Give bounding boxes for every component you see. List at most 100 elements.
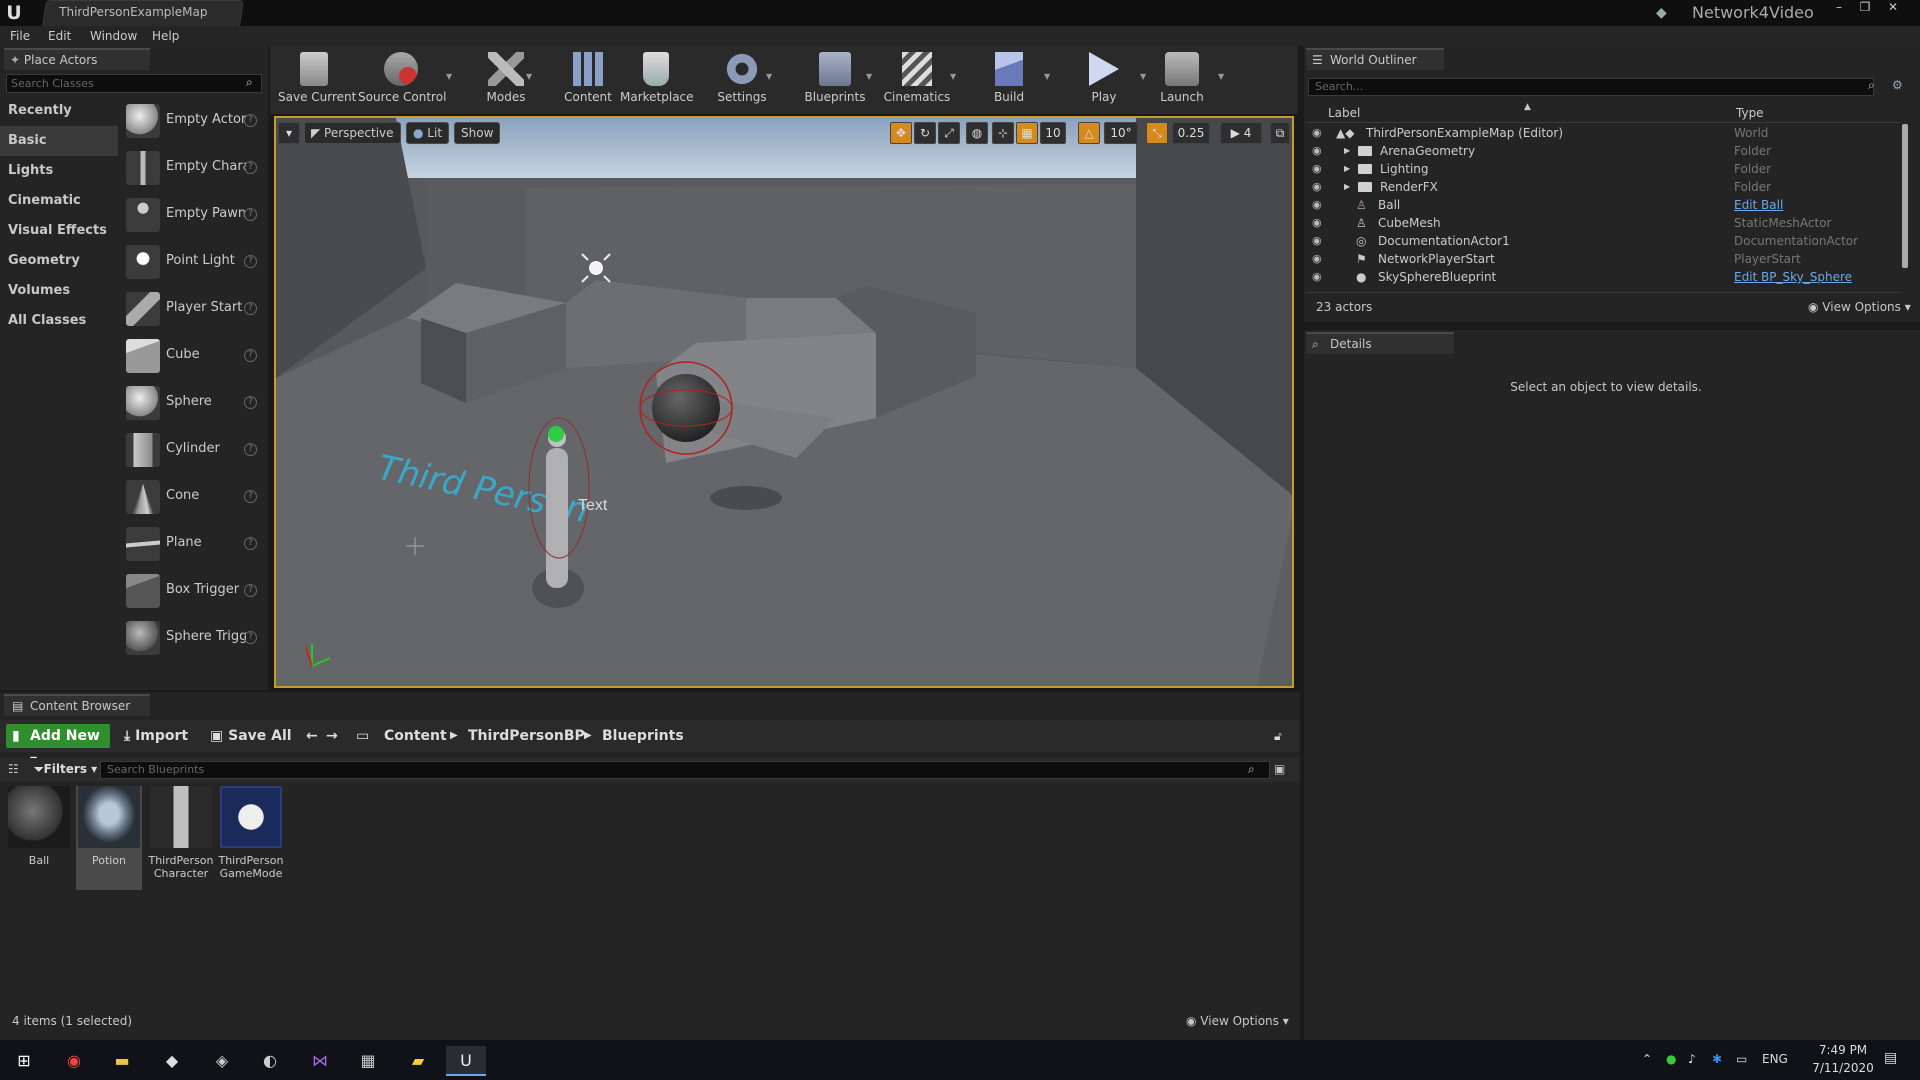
category-visual-effects[interactable]: Visual Effects	[0, 216, 118, 246]
breadcrumb-thirdpersonbp[interactable]: ThirdPersonBP	[468, 724, 585, 748]
folder-icon[interactable]: ▭	[356, 724, 369, 748]
visibility-eye-icon[interactable]: ◉	[1312, 178, 1322, 196]
outliner-row[interactable]: ◉ ▶ Lighting Folder	[1306, 160, 1900, 178]
content-browser-tab[interactable]: ▤ Content Browser	[4, 694, 150, 716]
visibility-eye-icon[interactable]: ◉	[1312, 196, 1322, 214]
asset-potion[interactable]: Potion	[76, 786, 142, 890]
outliner-row[interactable]: ◉ ● SkySphereBlueprint Edit BP_Sky_Sphere	[1306, 268, 1900, 286]
rotate-icon[interactable]: ↻	[914, 122, 936, 144]
network-icon[interactable]: ▭	[1736, 1052, 1747, 1066]
modes-dropdown-icon[interactable]: ▼	[526, 72, 532, 81]
outliner-row[interactable]: ◉ ♙ Ball Edit Ball	[1306, 196, 1900, 214]
rotation-snap-icon[interactable]: △	[1078, 122, 1100, 144]
unreal-engine-taskbar-icon[interactable]: U	[446, 1046, 486, 1076]
outliner-col-type[interactable]: Type	[1736, 104, 1764, 122]
menu-file[interactable]: File	[2, 26, 38, 46]
import-button[interactable]: ⤓ Import	[124, 724, 188, 748]
category-all-classes[interactable]: All Classes	[0, 306, 118, 336]
outliner-scrollbar[interactable]	[1902, 124, 1908, 268]
actor-sphere-trigger[interactable]: Sphere Trigg?	[124, 617, 266, 664]
visual-studio-icon[interactable]: ⋈	[300, 1046, 340, 1076]
tray-chevron-icon[interactable]: ⌃	[1642, 1052, 1652, 1066]
actor-empty-character[interactable]: Empty Chara?	[124, 147, 266, 194]
help-icon[interactable]: ?	[244, 302, 257, 315]
asset-ball[interactable]: Ball	[6, 786, 72, 890]
help-icon[interactable]: ?	[244, 537, 257, 550]
unreal-logo-icon[interactable]: U	[2, 1, 26, 25]
world-outliner-tab[interactable]: ☰ World Outliner	[1306, 48, 1444, 70]
show-button[interactable]: Show	[454, 122, 501, 144]
language-indicator[interactable]: ENG	[1762, 1052, 1788, 1066]
category-geometry[interactable]: Geometry	[0, 246, 118, 276]
outliner-col-label[interactable]: Label	[1328, 104, 1360, 122]
visibility-eye-icon[interactable]: ◉	[1312, 124, 1322, 142]
maximize-viewport-icon[interactable]: ⧉	[1270, 122, 1290, 144]
app-icon[interactable]: ◈	[202, 1046, 242, 1076]
build-button[interactable]: Build	[980, 50, 1038, 110]
save-search-icon[interactable]: ▣	[1274, 762, 1285, 776]
close-icon[interactable]: ✕	[1882, 0, 1904, 16]
map-document-tab[interactable]: ThirdPersonExampleMap	[42, 0, 244, 26]
help-icon[interactable]: ?	[244, 396, 257, 409]
actor-empty-actor[interactable]: Empty Actor?	[124, 100, 266, 147]
help-icon[interactable]: ?	[244, 584, 257, 597]
grid-snap-icon[interactable]: ▦	[1016, 122, 1038, 144]
visibility-eye-icon[interactable]: ◉	[1312, 214, 1322, 232]
play-button[interactable]: Play	[1078, 50, 1130, 110]
back-arrow-icon[interactable]: ←	[306, 724, 318, 748]
settings-dropdown-icon[interactable]: ▼	[766, 72, 772, 81]
file-explorer-icon[interactable]: ▬	[102, 1046, 142, 1076]
category-recently-placed[interactable]: Recently Placed	[0, 96, 118, 148]
asset-thirdperson-gamemode[interactable]: ThirdPerson GameMode	[218, 786, 284, 890]
help-icon[interactable]: ?	[244, 114, 257, 127]
category-cinematic[interactable]: Cinematic	[0, 186, 118, 216]
blueprints-dropdown-icon[interactable]: ▼	[866, 72, 872, 81]
app-icon[interactable]: ▦	[348, 1046, 388, 1076]
level-viewport[interactable]: Third Person Text	[274, 116, 1294, 688]
edit-sky-sphere-link[interactable]: Edit BP_Sky_Sphere	[1734, 268, 1852, 286]
perspective-button[interactable]: ◤ Perspective	[304, 122, 401, 144]
scale-snap-value[interactable]: 0.25	[1172, 122, 1210, 144]
content-view-options[interactable]: ◉ View Options ▾	[1186, 1014, 1289, 1028]
actor-plane[interactable]: Plane?	[124, 523, 266, 570]
cinematics-dropdown-icon[interactable]: ▼	[950, 72, 956, 81]
search-classes-input[interactable]: Search Classes	[6, 74, 262, 93]
source-control-dropdown-icon[interactable]: ▼	[446, 72, 452, 81]
breadcrumb-content[interactable]: Content	[384, 724, 447, 748]
tray-app-icon[interactable]: ●	[1666, 1052, 1676, 1066]
edit-ball-link[interactable]: Edit Ball	[1734, 196, 1783, 214]
chrome-icon[interactable]: ◉	[54, 1046, 94, 1076]
viewport-options-dropdown[interactable]: ▾	[278, 122, 300, 144]
category-lights[interactable]: Lights	[0, 156, 118, 186]
outliner-row[interactable]: ◉ ▲◆ ThirdPersonExampleMap (Editor) World	[1306, 124, 1900, 142]
place-actors-tab[interactable]: ✦ Place Actors	[4, 48, 150, 70]
actor-point-light[interactable]: Point Light?	[124, 241, 266, 288]
outliner-row[interactable]: ◉ ♙ CubeMesh StaticMeshActor	[1306, 214, 1900, 232]
visibility-eye-icon[interactable]: ◉	[1312, 160, 1322, 178]
app-icon[interactable]: ◆	[152, 1046, 192, 1076]
actor-player-start[interactable]: Player Start?	[124, 288, 266, 335]
asset-thirdperson-character[interactable]: ThirdPerson Character	[148, 786, 214, 890]
help-icon[interactable]: ?	[244, 208, 257, 221]
actor-cylinder[interactable]: Cylinder?	[124, 429, 266, 476]
details-tab[interactable]: ⌕ Details	[1306, 332, 1454, 354]
settings-button[interactable]: Settings	[710, 50, 774, 110]
build-dropdown-icon[interactable]: ▼	[1044, 72, 1050, 81]
launch-dropdown-icon[interactable]: ▼	[1218, 72, 1224, 81]
forward-arrow-icon[interactable]: →	[326, 724, 338, 748]
scale-icon[interactable]: ⤢	[938, 122, 960, 144]
maximize-icon[interactable]: ❐	[1854, 0, 1876, 16]
visibility-eye-icon[interactable]: ◉	[1312, 268, 1322, 286]
sticky-notes-icon[interactable]: ▰	[398, 1046, 438, 1076]
visibility-eye-icon[interactable]: ◉	[1312, 232, 1322, 250]
actor-cone[interactable]: Cone?	[124, 476, 266, 523]
volume-icon[interactable]: ♪	[1688, 1052, 1696, 1066]
sources-toggle-icon[interactable]: ☷	[8, 762, 19, 776]
outliner-row[interactable]: ◉ ◎ DocumentationActor1 DocumentationActor	[1306, 232, 1900, 250]
blueprints-button[interactable]: Blueprints	[800, 50, 870, 110]
clock-date[interactable]: 7/11/2020	[1800, 1061, 1886, 1075]
outliner-row[interactable]: ◉ ▶ ArenaGeometry Folder	[1306, 142, 1900, 160]
save-current-button[interactable]: Save Current	[278, 50, 356, 110]
filters-dropdown[interactable]: ⏷Filters ▾	[34, 762, 97, 777]
help-icon[interactable]: ?	[244, 631, 257, 644]
